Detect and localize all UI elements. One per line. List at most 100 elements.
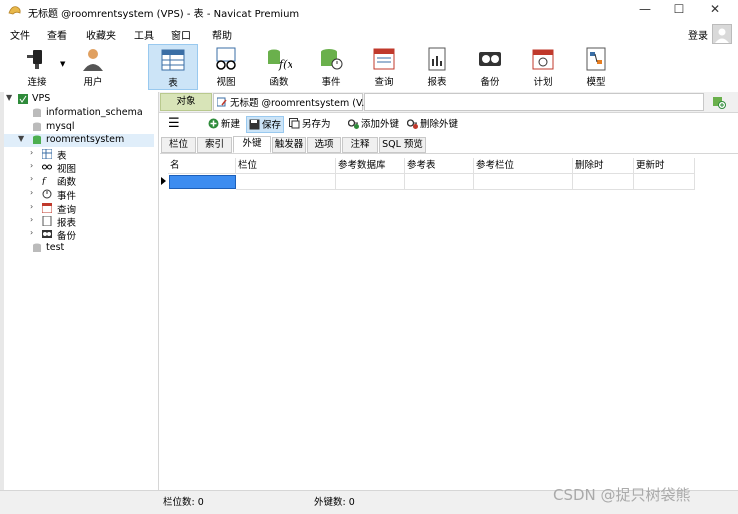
grid-cell[interactable] <box>474 174 573 190</box>
tree-item-database[interactable]: information_schema <box>4 107 158 120</box>
close-button[interactable]: ✕ <box>698 0 732 20</box>
chevron-right-icon[interactable]: › <box>30 188 33 197</box>
function-icon: f <box>42 177 47 185</box>
tree-item-events[interactable]: › 事件 <box>4 188 158 202</box>
connection-tree[interactable]: ▼ VPS information_schema mysql ▼ roomren… <box>4 92 159 490</box>
tab-foreign-keys[interactable]: 外键 <box>233 136 271 153</box>
grid-cell[interactable] <box>405 174 474 190</box>
tab-indexes[interactable]: 索引 <box>197 137 232 153</box>
chevron-down-icon[interactable]: ▼ <box>6 93 12 102</box>
chevron-right-icon[interactable]: › <box>30 161 33 170</box>
chevron-right-icon[interactable]: › <box>30 215 33 224</box>
chevron-right-icon[interactable]: › <box>30 174 33 183</box>
toolbar-label: 备份 <box>480 77 500 88</box>
login-link[interactable]: 登录 <box>688 27 708 42</box>
column-header-on-update[interactable]: 更新时 <box>634 158 695 174</box>
toolbar-label: 用户 <box>83 77 103 88</box>
menu-window[interactable]: 窗口 <box>171 27 191 42</box>
new-button[interactable]: 新建 <box>208 116 240 133</box>
tab-objects[interactable]: 对象 <box>160 93 212 111</box>
tab-options[interactable]: 选项 <box>307 137 341 153</box>
tree-item-database[interactable]: test <box>4 242 158 255</box>
maximize-button[interactable]: ☐ <box>662 0 696 20</box>
tree-item-functions[interactable]: › f 函数 <box>4 174 158 188</box>
column-header-ref-database[interactable]: 参考数据库 <box>336 158 405 174</box>
column-header-name[interactable]: 名 <box>168 158 236 174</box>
tab-triggers[interactable]: 触发器 <box>272 137 306 153</box>
column-header-on-delete[interactable]: 删除时 <box>573 158 634 174</box>
chevron-right-icon[interactable]: › <box>30 228 33 237</box>
tree-item-backups[interactable]: › 备份 <box>4 228 158 242</box>
tab-sql-preview[interactable]: SQL 预览 <box>379 137 426 153</box>
toolbar-model-button[interactable]: 模型 <box>571 44 621 90</box>
menu-help[interactable]: 帮助 <box>212 27 232 42</box>
column-header-field[interactable]: 栏位 <box>236 158 336 174</box>
delete-foreign-key-button[interactable]: 删除外键 <box>407 116 458 133</box>
delete-fk-label: 删除外键 <box>420 119 459 130</box>
tree-item-label: 表 <box>57 151 67 162</box>
table-icon <box>161 49 185 71</box>
chevron-down-icon[interactable]: ▼ <box>18 134 24 143</box>
toolbar-table-button[interactable]: 表 <box>148 44 198 90</box>
column-header-ref-table[interactable]: 参考表 <box>405 158 474 174</box>
toolbar-view-button[interactable]: 视图 <box>201 44 251 90</box>
save-button[interactable]: 保存 <box>246 116 285 133</box>
table-edit-icon <box>217 97 227 107</box>
toolbar-connect-button[interactable]: 连接 <box>12 44 62 90</box>
toolbar-report-button[interactable]: 报表 <box>412 44 462 90</box>
grid-cell[interactable] <box>336 174 405 190</box>
tree-item-label: mysql <box>46 121 75 132</box>
menu-view[interactable]: 查看 <box>47 27 67 42</box>
toolbar-query-button[interactable]: 查询 <box>359 44 409 90</box>
grid-cell[interactable] <box>634 174 695 190</box>
delete-key-icon <box>407 119 418 129</box>
toolbar-function-button[interactable]: f(x) 函数 <box>254 44 304 90</box>
add-foreign-key-button[interactable]: 添加外键 <box>348 116 399 133</box>
function-icon: f(x) <box>268 49 292 71</box>
column-header-ref-field[interactable]: 参考栏位 <box>474 158 573 174</box>
new-tab-icon[interactable] <box>712 95 726 109</box>
chevron-right-icon[interactable]: › <box>30 202 33 211</box>
view-icon <box>42 164 52 170</box>
tree-item-tables[interactable]: › 表 <box>4 148 158 162</box>
menu-tools[interactable]: 工具 <box>134 27 154 42</box>
tab-comment[interactable]: 注释 <box>342 137 378 153</box>
svg-text:f: f <box>42 177 47 185</box>
avatar[interactable] <box>712 24 732 44</box>
hamburger-menu-icon[interactable]: ☰ <box>168 117 180 131</box>
watermark: CSDN @捉只树袋熊 <box>553 486 691 504</box>
toolbar-user-button[interactable]: 用户 <box>68 44 118 90</box>
toolbar-label: 计划 <box>533 77 553 88</box>
toolbar-label: 报表 <box>427 77 447 88</box>
tree-item-label: 报表 <box>57 218 77 229</box>
menu-file[interactable]: 文件 <box>10 27 30 42</box>
connection-icon <box>18 94 28 104</box>
menu-favorites[interactable]: 收藏夹 <box>86 27 116 42</box>
tree-item-connection[interactable]: ▼ VPS <box>4 93 158 106</box>
minimize-button[interactable]: — <box>628 0 662 20</box>
new-label: 新建 <box>221 119 241 130</box>
tab-fields[interactable]: 栏位 <box>161 137 196 153</box>
connect-dropdown-icon[interactable]: ▼ <box>60 60 65 68</box>
tree-item-views[interactable]: › 视图 <box>4 161 158 175</box>
toolbar-label: 模型 <box>586 77 606 88</box>
tree-item-queries[interactable]: › 查询 <box>4 202 158 216</box>
selected-cell-name[interactable] <box>169 175 236 189</box>
tree-item-label: VPS <box>32 93 51 104</box>
tree-item-reports[interactable]: › 报表 <box>4 215 158 229</box>
tree-item-database[interactable]: mysql <box>4 121 158 134</box>
menu-bar: 文件 查看 收藏夹 工具 窗口 帮助 登录 <box>0 22 738 44</box>
chevron-right-icon[interactable]: › <box>30 148 33 157</box>
toolbar-schedule-button[interactable]: 计划 <box>518 44 568 90</box>
grid-cell[interactable] <box>573 174 634 190</box>
tree-item-label: 查询 <box>57 205 77 216</box>
toolbar-backup-button[interactable]: 备份 <box>465 44 515 90</box>
toolbar-event-button[interactable]: 事件 <box>306 44 356 90</box>
grid-cell[interactable] <box>236 174 336 190</box>
title-bar: 无标题 @roomrentsystem (VPS) - 表 - Navicat … <box>0 0 738 22</box>
toolbar-label: 事件 <box>321 77 341 88</box>
foreign-key-grid[interactable] <box>160 153 738 491</box>
navicat-logo-icon <box>8 6 21 15</box>
tree-item-database-active[interactable]: ▼ roomrentsystem <box>4 134 154 147</box>
save-as-button[interactable]: 另存为 <box>289 116 331 133</box>
